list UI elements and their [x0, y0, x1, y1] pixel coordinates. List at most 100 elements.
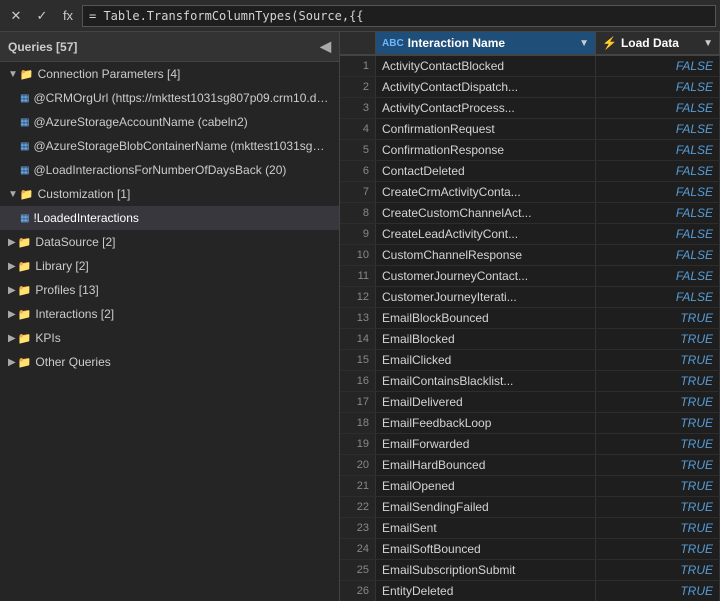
queries-title: Queries [57] [8, 40, 77, 54]
row-number: 5 [340, 140, 376, 160]
table-row[interactable]: 15EmailClickedTRUE [340, 350, 720, 371]
cell-load-data: TRUE [596, 560, 720, 580]
sidebar-item-library[interactable]: ▶ 📁Library [2] [0, 254, 339, 278]
table-row[interactable]: 19EmailForwardedTRUE [340, 434, 720, 455]
sidebar-item-other-queries[interactable]: ▶ 📁Other Queries [0, 350, 339, 374]
sidebar-item-child[interactable]: ▦@AzureStorageBlobContainerName (mkttest… [0, 134, 339, 158]
expand-arrow: ▶ [8, 261, 16, 272]
table-row[interactable]: 25EmailSubscriptionSubmitTRUE [340, 560, 720, 581]
row-number: 25 [340, 560, 376, 580]
fx-button[interactable]: fx [56, 4, 80, 28]
cell-load-data: FALSE [596, 224, 720, 244]
sidebar-item-child[interactable]: ▦ @CRMOrgUrl (https://mkttest1031sg807p09… [0, 86, 339, 110]
queries-list: ▼ 📁Connection Parameters [4] ▦ @CRMOrgUrl … [0, 62, 339, 601]
sidebar-item-customization[interactable]: ▼ 📁Customization [1] [0, 182, 339, 206]
table-row[interactable]: 23EmailSentTRUE [340, 518, 720, 539]
table-row[interactable]: 17EmailDeliveredTRUE [340, 392, 720, 413]
sidebar-item-connection-parameters[interactable]: ▼ 📁Connection Parameters [4] [0, 62, 339, 86]
table-row[interactable]: 26EntityDeletedTRUE [340, 581, 720, 601]
table-row[interactable]: 11CustomerJourneyContact...FALSE [340, 266, 720, 287]
query-icon: ▦ [20, 141, 29, 152]
col-header-interaction-name[interactable]: ABC Interaction Name ▼ [376, 32, 596, 54]
table-row[interactable]: 1ActivityContactBlockedFALSE [340, 56, 720, 77]
query-icon: ▦ [20, 213, 29, 224]
table-row[interactable]: 6ContactDeletedFALSE [340, 161, 720, 182]
row-number: 23 [340, 518, 376, 538]
cell-load-data: TRUE [596, 455, 720, 475]
table-row[interactable]: 12CustomerJourneyIterati...FALSE [340, 287, 720, 308]
expand-arrow: ▶ [8, 285, 16, 296]
sidebar-item-label: @AzureStorageAccountName (cabeln2) [33, 115, 331, 129]
sidebar-item-label: Other Queries [35, 355, 331, 369]
row-number: 19 [340, 434, 376, 454]
cell-interaction-name: EmailSoftBounced [376, 539, 596, 559]
queries-panel: Queries [57] ◀ ▼ 📁Connection Parameters … [0, 32, 340, 601]
query-icon: ▦ [20, 93, 29, 104]
sidebar-item-child[interactable]: ▦ !LoadedInteractions [0, 206, 339, 230]
table-row[interactable]: 16EmailContainsBlacklist...TRUE [340, 371, 720, 392]
row-number: 18 [340, 413, 376, 433]
sidebar-item-label: Library [2] [35, 259, 331, 273]
table-row[interactable]: 18EmailFeedbackLoopTRUE [340, 413, 720, 434]
cell-interaction-name: CreateLeadActivityCont... [376, 224, 596, 244]
sidebar-item-child[interactable]: ▦@AzureStorageAccountName (cabeln2) [0, 110, 339, 134]
table-row[interactable]: 13EmailBlockBouncedTRUE [340, 308, 720, 329]
table-row[interactable]: 4ConfirmationRequestFALSE [340, 119, 720, 140]
collapse-panel-button[interactable]: ◀ [320, 38, 331, 55]
text-type-icon: ABC [382, 38, 404, 49]
sidebar-item-interactions[interactable]: ▶ 📁Interactions [2] [0, 302, 339, 326]
cell-interaction-name: ConfirmationRequest [376, 119, 596, 139]
filter-icon-2[interactable]: ▼ [703, 38, 713, 49]
sidebar-item-profiles[interactable]: ▶ 📁Profiles [13] [0, 278, 339, 302]
sidebar-item-child[interactable]: ▦@LoadInteractionsForNumberOfDaysBack (2… [0, 158, 339, 182]
sidebar-item-label: !LoadedInteractions [33, 211, 331, 225]
queries-header: Queries [57] ◀ [0, 32, 339, 62]
sidebar-item-datasource[interactable]: ▶ 📁DataSource [2] [0, 230, 339, 254]
cell-load-data: TRUE [596, 308, 720, 328]
cancel-button[interactable]: ✕ [4, 4, 28, 28]
col-header-load-data[interactable]: ⚡ Load Data ▼ [596, 32, 720, 54]
row-number: 3 [340, 98, 376, 118]
row-number: 14 [340, 329, 376, 349]
table-row[interactable]: 9CreateLeadActivityCont...FALSE [340, 224, 720, 245]
sidebar-item-label: Interactions [2] [35, 307, 331, 321]
lightning-type-icon: ⚡ [602, 36, 617, 50]
cell-load-data: TRUE [596, 350, 720, 370]
table-row[interactable]: 8CreateCustomChannelAct...FALSE [340, 203, 720, 224]
table-row[interactable]: 14EmailBlockedTRUE [340, 329, 720, 350]
sidebar-item-label: Customization [1] [38, 187, 331, 201]
expand-arrow: ▼ [8, 69, 18, 80]
filter-icon[interactable]: ▼ [579, 38, 589, 49]
row-number: 16 [340, 371, 376, 391]
table-row[interactable]: 7CreateCrmActivityConta...FALSE [340, 182, 720, 203]
row-number: 2 [340, 77, 376, 97]
table-row[interactable]: 24EmailSoftBouncedTRUE [340, 539, 720, 560]
expand-arrow: ▼ [8, 189, 18, 200]
cell-load-data: FALSE [596, 266, 720, 286]
cell-load-data: FALSE [596, 140, 720, 160]
cell-interaction-name: EmailBlockBounced [376, 308, 596, 328]
cell-load-data: FALSE [596, 245, 720, 265]
cell-interaction-name: ConfirmationResponse [376, 140, 596, 160]
table-row[interactable]: 22EmailSendingFailedTRUE [340, 497, 720, 518]
table-row[interactable]: 20EmailHardBouncedTRUE [340, 455, 720, 476]
sidebar-item-label: @CRMOrgUrl (https://mkttest1031sg807p09.… [33, 91, 331, 105]
row-number: 20 [340, 455, 376, 475]
table-row[interactable]: 5ConfirmationResponseFALSE [340, 140, 720, 161]
sidebar-item-kpis[interactable]: ▶ 📁KPIs [0, 326, 339, 350]
expand-arrow: ▶ [8, 333, 16, 344]
table-row[interactable]: 2ActivityContactDispatch...FALSE [340, 77, 720, 98]
row-number: 13 [340, 308, 376, 328]
table-row[interactable]: 21EmailOpenedTRUE [340, 476, 720, 497]
row-number: 26 [340, 581, 376, 601]
table-row[interactable]: 10CustomChannelResponseFALSE [340, 245, 720, 266]
folder-icon: 📁 [18, 332, 32, 345]
confirm-button[interactable]: ✓ [30, 4, 54, 28]
cell-load-data: TRUE [596, 413, 720, 433]
row-number-header [340, 32, 376, 54]
cell-load-data: FALSE [596, 56, 720, 76]
table-row[interactable]: 3ActivityContactProcess...FALSE [340, 98, 720, 119]
cell-load-data: TRUE [596, 392, 720, 412]
formula-input[interactable] [82, 5, 716, 27]
sidebar-item-label: DataSource [2] [35, 235, 331, 249]
